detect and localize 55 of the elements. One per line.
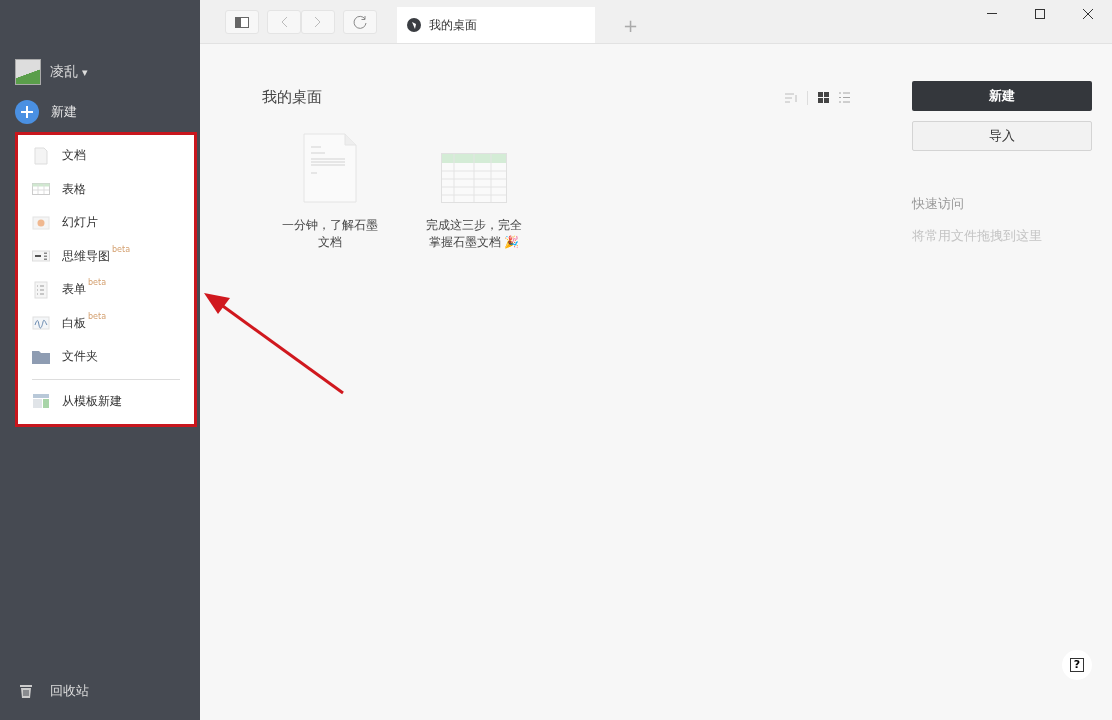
logo-icon — [407, 18, 421, 32]
desktop-title: 我的桌面 — [262, 88, 322, 107]
file-name[interactable]: 完成这三步，完全掌握石墨文档 🎉 — [422, 217, 526, 251]
menu-item-label: 表格 — [62, 180, 86, 198]
menu-item-label: 从模板新建 — [62, 392, 122, 410]
slides-icon — [32, 213, 50, 232]
user-name[interactable]: 凌乱 — [50, 63, 78, 81]
sort-icon — [785, 92, 797, 103]
panel-icon — [235, 16, 249, 28]
template-icon — [32, 392, 50, 411]
close-icon — [1083, 9, 1093, 19]
sidebar-toggle-button[interactable] — [225, 10, 259, 34]
refresh-icon — [353, 15, 367, 29]
quick-access-title: 快速访问 — [912, 195, 965, 213]
grid-icon — [818, 92, 829, 103]
tab[interactable]: 我的桌面 — [397, 7, 595, 43]
menu-item-label: 文档 — [62, 147, 86, 165]
beta-label: beta — [112, 244, 131, 254]
beta-label: beta — [88, 311, 107, 321]
refresh-button[interactable] — [343, 10, 377, 34]
trash-button[interactable]: 回收站 — [15, 682, 200, 700]
spreadsheet-thumbnail[interactable] — [441, 153, 507, 203]
form-icon — [32, 280, 50, 299]
menu-item[interactable]: 文件夹 — [32, 340, 180, 374]
menu-item-label: 白板 — [62, 314, 86, 332]
menu-item-label: 文件夹 — [62, 348, 98, 366]
forward-button[interactable] — [301, 10, 335, 34]
menu-item[interactable]: 文档 — [32, 139, 180, 173]
tab-label: 我的桌面 — [429, 16, 477, 34]
chevron-right-icon — [314, 16, 322, 28]
menu-item-label: 思维导图 — [62, 247, 110, 265]
new-button[interactable]: 新建 — [912, 81, 1092, 111]
file-name[interactable]: 一分钟，了解石墨文档 — [278, 217, 382, 251]
sort-button[interactable] — [785, 92, 797, 103]
help-button[interactable]: ? — [1062, 650, 1092, 680]
avatar-placeholder[interactable] — [15, 59, 41, 85]
plus-icon — [15, 100, 39, 124]
menu-item[interactable]: 从模板新建 — [32, 384, 180, 418]
dropdown-caret[interactable]: ▾ — [82, 65, 88, 79]
menu-item-label: 幻灯片 — [62, 214, 98, 232]
menu-item[interactable]: 表格 — [32, 172, 180, 206]
new-button[interactable]: 新建 — [15, 100, 200, 124]
view-button[interactable] — [818, 92, 829, 103]
trash-icon — [20, 684, 32, 698]
chevron-left-icon — [280, 16, 288, 28]
list-icon — [839, 92, 850, 103]
menu-item-label: 表单 — [62, 281, 86, 299]
import-button[interactable]: 导入 — [912, 121, 1092, 151]
menu-item[interactable]: 幻灯片 — [32, 206, 180, 240]
maximize-icon — [1035, 9, 1045, 19]
minimize-icon — [987, 13, 997, 15]
document-icon — [32, 146, 50, 165]
whiteboard-icon — [32, 314, 50, 333]
back-button[interactable] — [267, 10, 301, 34]
beta-label: beta — [88, 278, 107, 287]
